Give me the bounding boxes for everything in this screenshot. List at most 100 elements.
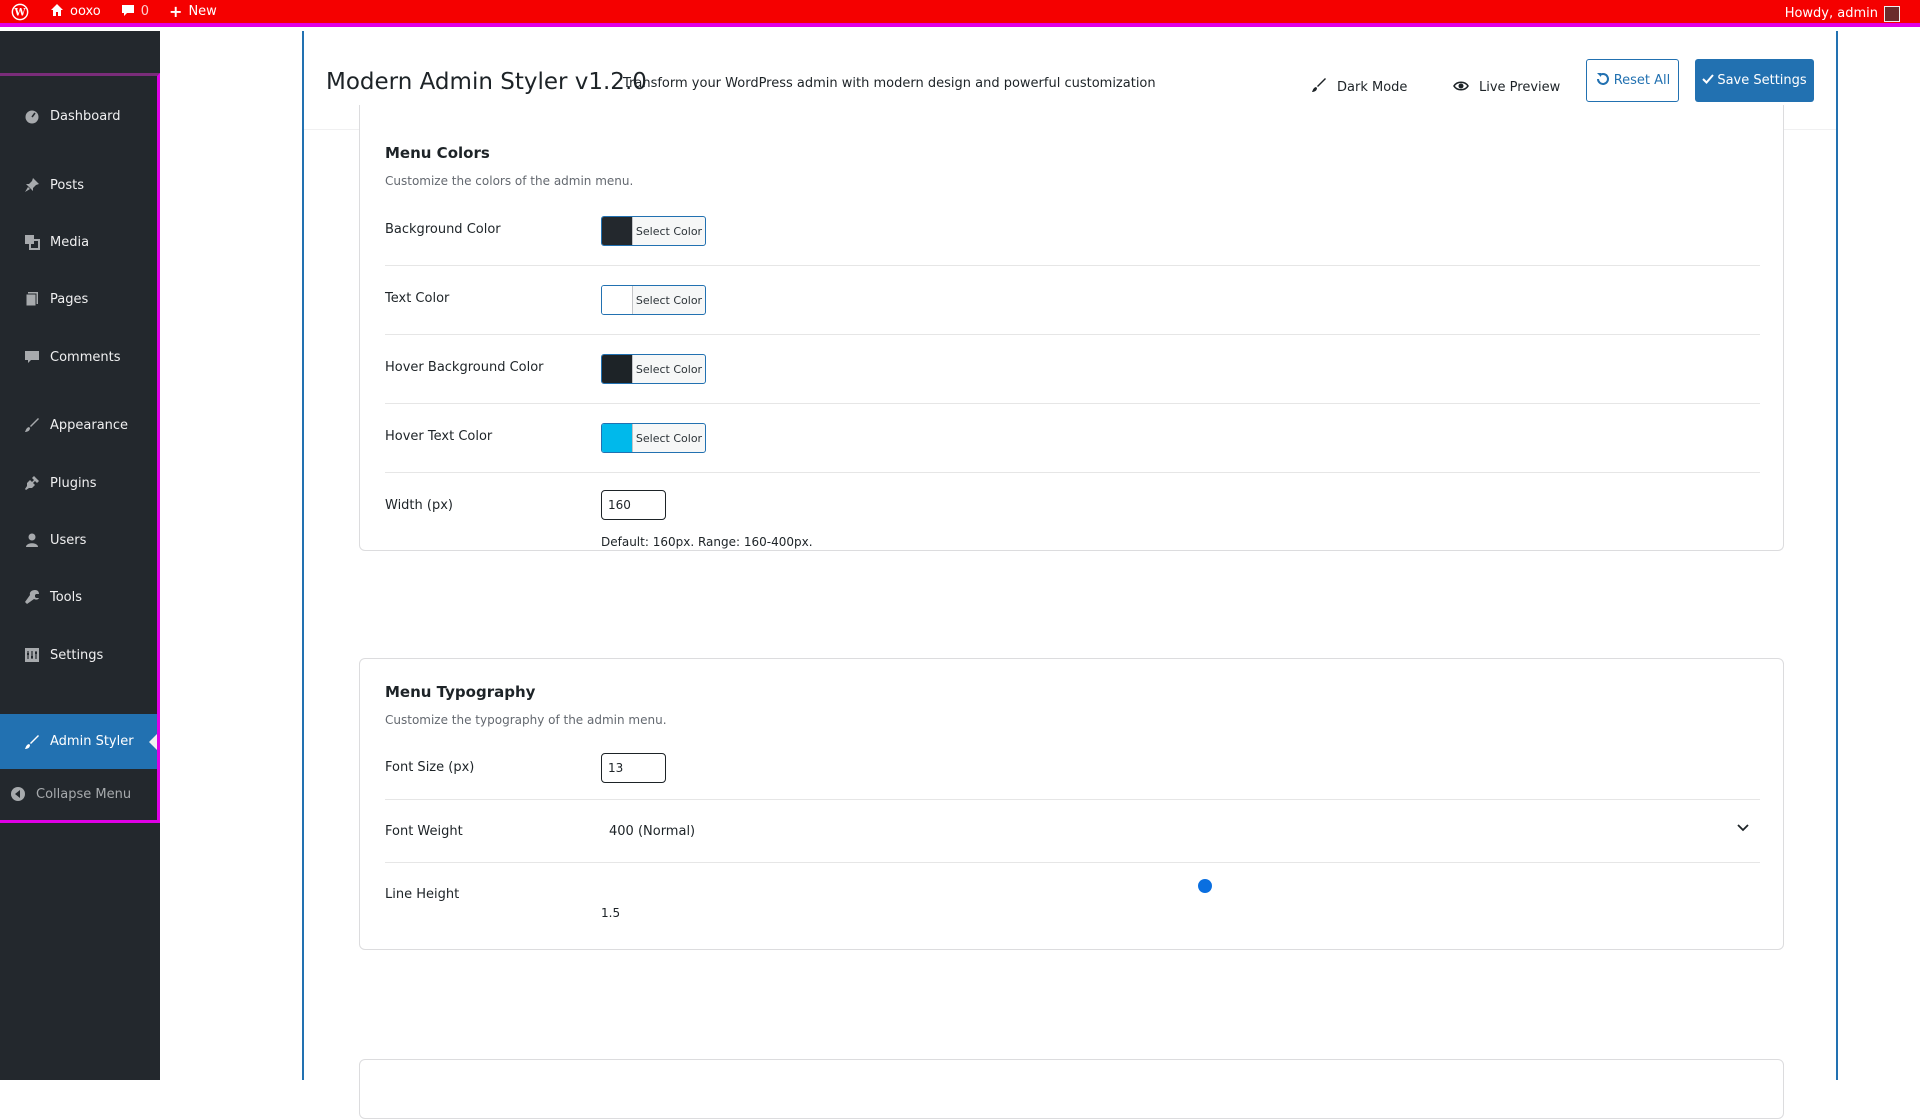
- hover-background-color-row: Hover Background Color Select Color: [385, 335, 1760, 404]
- select-color-label: Select Color: [635, 293, 703, 307]
- menu-colors-title: Menu Colors: [385, 144, 490, 162]
- sidebar-item-settings[interactable]: Settings: [0, 637, 157, 673]
- pages-icon: [24, 291, 40, 307]
- comments-count: 0: [140, 4, 150, 19]
- user-icon: [24, 532, 40, 548]
- home-icon: [50, 3, 64, 21]
- sidebar-item-label: Media: [50, 234, 90, 250]
- settings-icon: [24, 647, 40, 663]
- sidebar-item-appearance[interactable]: Appearance: [0, 407, 157, 443]
- sidebar-item-label: Posts: [50, 177, 84, 193]
- plug-icon: [24, 475, 40, 491]
- font-weight-row[interactable]: Font Weight 400 (Normal): [385, 800, 1760, 863]
- active-indicator: [149, 734, 157, 750]
- menu-typography-description: Customize the typography of the admin me…: [385, 713, 667, 727]
- sidebar-item-label: Comments: [50, 349, 121, 365]
- text-color-picker[interactable]: Select Color: [601, 285, 706, 315]
- menu-colors-card: Menu Colors Customize the colors of the …: [359, 105, 1784, 551]
- save-settings-button[interactable]: Save Settings: [1695, 59, 1814, 102]
- collapse-menu-button[interactable]: Collapse Menu: [0, 776, 157, 812]
- admin-bar: W ooxo 0 + New Howdy, admin: [0, 0, 1920, 27]
- page-title: Modern Admin Styler v1.2.0: [326, 69, 647, 95]
- undo-icon: [1595, 71, 1611, 91]
- brush-icon: [24, 417, 40, 433]
- width-hint: Default: 160px. Range: 160-400px.: [601, 535, 813, 549]
- howdy-text: Howdy, admin: [1784, 6, 1878, 21]
- text-color-row: Text Color Select Color: [385, 266, 1760, 335]
- hover-text-color-picker[interactable]: Select Color: [601, 423, 706, 453]
- font-weight-select[interactable]: 400 (Normal): [609, 824, 695, 839]
- field-label: Width (px): [385, 498, 453, 513]
- menu-typography-title: Menu Typography: [385, 683, 536, 701]
- color-swatch: [602, 286, 633, 314]
- checkmark-icon: [1702, 73, 1715, 89]
- sidebar-item-label: Pages: [50, 291, 89, 307]
- select-color-label: Select Color: [635, 224, 703, 238]
- sidebar-item-plugins[interactable]: Plugins: [0, 465, 157, 501]
- color-swatch: [602, 424, 633, 452]
- width-input[interactable]: 160: [601, 490, 666, 520]
- dark-mode-toggle[interactable]: Dark Mode: [1311, 71, 1407, 103]
- field-label: Hover Background Color: [385, 360, 544, 375]
- comment-icon: [24, 349, 40, 365]
- select-color-label: Select Color: [635, 362, 703, 376]
- sidebar-item-label: Plugins: [50, 475, 97, 491]
- width-row: Width (px) 160 Default: 160px. Range: 16…: [385, 473, 1760, 549]
- brush-icon: [24, 734, 40, 750]
- sidebar-item-comments[interactable]: Comments: [0, 339, 157, 375]
- sidebar-item-dashboard[interactable]: Dashboard: [0, 98, 157, 134]
- reset-all-button[interactable]: Reset All: [1586, 59, 1679, 102]
- main-content: Modern Admin Styler v1.2.0 Transform you…: [302, 31, 1838, 1119]
- line-height-value: 1.5: [601, 906, 621, 920]
- page-subtitle: Transform your WordPress admin with mode…: [623, 76, 1156, 91]
- dashboard-icon: [24, 108, 40, 124]
- sidebar-item-label: Tools: [50, 589, 83, 605]
- color-swatch: [602, 355, 633, 383]
- field-label: Line Height: [385, 887, 460, 902]
- sidebar-item-label: Admin Styler: [50, 734, 134, 749]
- comments-link[interactable]: 0: [111, 0, 159, 25]
- sidebar-item-posts[interactable]: Posts: [0, 167, 157, 203]
- field-label: Hover Text Color: [385, 429, 493, 444]
- save-settings-label: Save Settings: [1717, 73, 1807, 88]
- admin-sidebar: Dashboard Posts Media Pages Comments App…: [0, 31, 160, 1080]
- avatar: [1884, 5, 1900, 22]
- plus-icon: +: [169, 2, 183, 21]
- font-size-input[interactable]: 13: [601, 753, 666, 783]
- menu-colors-description: Customize the colors of the admin menu.: [385, 174, 634, 188]
- admin-menu: Dashboard Posts Media Pages Comments App…: [0, 73, 160, 823]
- wordpress-logo-icon[interactable]: W: [0, 0, 40, 25]
- live-preview-toggle[interactable]: Live Preview: [1453, 71, 1560, 103]
- collapse-menu-label: Collapse Menu: [36, 786, 132, 802]
- hover-background-color-picker[interactable]: Select Color: [601, 354, 706, 384]
- sidebar-item-label: Appearance: [50, 417, 129, 433]
- color-swatch: [602, 217, 633, 245]
- line-height-slider-handle[interactable]: [1198, 879, 1212, 893]
- sidebar-item-label: Settings: [50, 647, 104, 663]
- eye-icon: [1453, 78, 1469, 96]
- reset-all-label: Reset All: [1613, 73, 1671, 88]
- line-height-row: Line Height 1.5: [385, 863, 1760, 943]
- sidebar-item-tools[interactable]: Tools: [0, 579, 157, 615]
- site-name-link[interactable]: ooxo: [40, 0, 111, 25]
- site-name: ooxo: [70, 4, 101, 19]
- sidebar-item-pages[interactable]: Pages: [0, 281, 157, 317]
- background-color-picker[interactable]: Select Color: [601, 216, 706, 246]
- wrench-icon: [24, 589, 40, 605]
- background-color-row: Background Color Select Color: [385, 196, 1760, 266]
- next-settings-card: [359, 1059, 1784, 1119]
- chevron-down-icon: [1736, 820, 1750, 838]
- select-color-label: Select Color: [635, 431, 703, 445]
- dark-mode-label: Dark Mode: [1337, 79, 1408, 95]
- account-menu[interactable]: Howdy, admin: [1775, 0, 1910, 27]
- menu-typography-card: Menu Typography Customize the typography…: [359, 658, 1784, 950]
- field-label: Font Size (px): [385, 760, 475, 775]
- sidebar-item-media[interactable]: Media: [0, 224, 157, 260]
- media-icon: [24, 234, 40, 250]
- sidebar-item-admin-styler[interactable]: Admin Styler: [0, 714, 157, 769]
- sidebar-item-users[interactable]: Users: [0, 522, 157, 558]
- new-content-link[interactable]: + New: [159, 0, 227, 25]
- field-label: Text Color: [385, 291, 450, 306]
- live-preview-label: Live Preview: [1479, 79, 1561, 95]
- hover-text-color-row: Hover Text Color Select Color: [385, 404, 1760, 473]
